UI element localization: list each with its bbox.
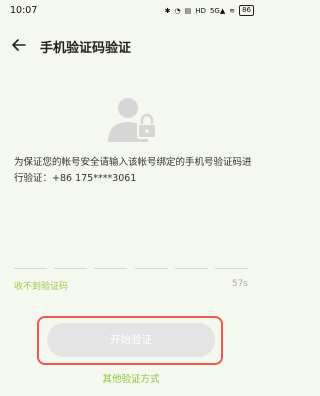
code-box-4[interactable] <box>134 254 168 269</box>
verification-description: 为保证您的帐号安全请输入该帐号绑定的手机号验证码进行验证：+86 175****… <box>14 157 252 184</box>
resend-countdown: 57s <box>231 279 248 289</box>
no-code-link[interactable]: 收不到验证码 <box>14 279 68 292</box>
code-box-5[interactable] <box>174 254 208 269</box>
code-box-1[interactable] <box>14 254 47 269</box>
status-icons: ✱ ◔ ▤ HD 5G▲ ≋ 86 <box>165 5 254 16</box>
alarm-icon: ◔ <box>174 6 181 15</box>
user-lock-icon <box>108 98 157 142</box>
bell-icon: ✱ <box>164 6 171 15</box>
other-methods-link[interactable]: 其他验证方式 <box>0 371 262 385</box>
battery-indicator: 86 <box>239 5 254 16</box>
status-time: 10:07 <box>10 5 38 16</box>
toolbar: 手机验证码验证 <box>0 34 262 58</box>
hd-icon: HD <box>195 6 206 15</box>
back-button[interactable] <box>12 34 30 56</box>
code-box-3[interactable] <box>94 254 128 269</box>
start-verify-button[interactable]: 开始验证 <box>47 323 215 357</box>
arrow-left-icon <box>12 39 26 51</box>
code-box-2[interactable] <box>54 254 88 269</box>
5g-signal-icon: 5G▲ <box>209 6 226 15</box>
code-box-6[interactable] <box>214 254 248 269</box>
network-speed: ▤ <box>184 6 192 15</box>
status-bar: 10:07 ✱ ◔ ▤ HD 5G▲ ≋ 86 <box>0 0 262 22</box>
page-title: 手机验证码验证 <box>40 41 132 56</box>
wifi-icon: ≋ <box>229 6 236 15</box>
code-input[interactable] <box>14 254 248 269</box>
